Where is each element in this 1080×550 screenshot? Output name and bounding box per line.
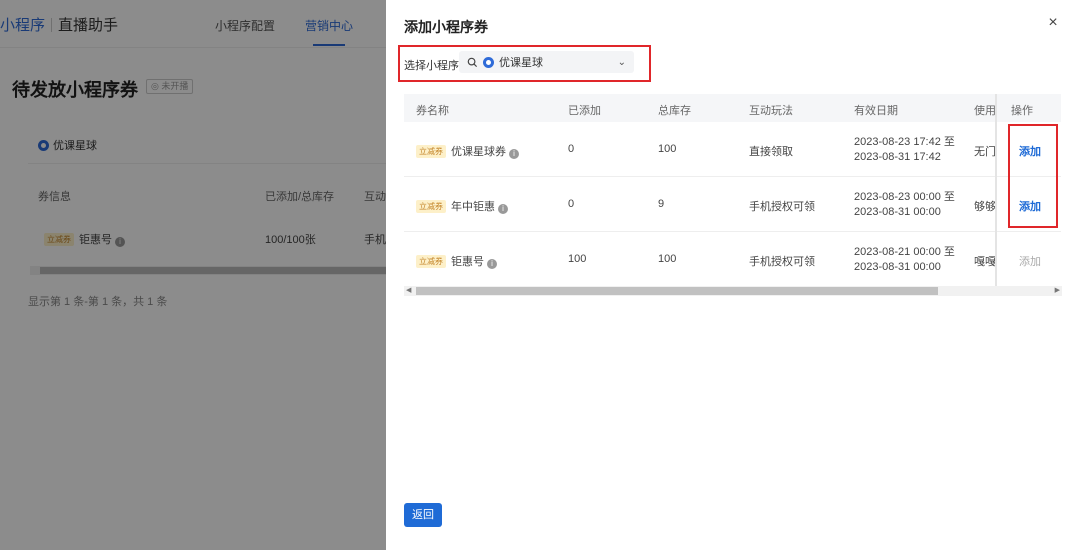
coupon-name: 优课星球券 bbox=[451, 146, 506, 158]
scroll-right-icon[interactable]: ▶ bbox=[1055, 286, 1060, 296]
stock-cell: 9 bbox=[658, 198, 665, 210]
back-button[interactable]: 返回 bbox=[404, 503, 442, 527]
coupon-name-cell: 立减券 钜惠号 i bbox=[416, 253, 497, 269]
col-coupon-name: 券名称 bbox=[416, 105, 449, 117]
info-icon[interactable]: i bbox=[509, 149, 519, 159]
col-added: 已添加 bbox=[568, 105, 601, 117]
scroll-thumb[interactable] bbox=[416, 287, 938, 295]
drawer-title: 添加小程序券 bbox=[404, 19, 488, 35]
interaction-cell: 直接领取 bbox=[749, 146, 793, 158]
highlight-box-select bbox=[398, 45, 651, 82]
col-valid-date: 有效日期 bbox=[854, 105, 898, 117]
add-button-disabled: 添加 bbox=[1019, 256, 1041, 268]
col-interaction: 互动玩法 bbox=[749, 105, 793, 117]
usage-cell: 无门 bbox=[974, 146, 996, 158]
scroll-left-icon[interactable]: ◀ bbox=[406, 286, 411, 296]
added-cell: 0 bbox=[568, 143, 575, 155]
date-end: 2023-08-31 00:00 bbox=[854, 206, 941, 218]
close-icon: × bbox=[1048, 14, 1058, 31]
highlight-box-add-buttons bbox=[1008, 124, 1058, 228]
close-button[interactable]: × bbox=[1044, 14, 1062, 32]
date-cell: 2023-08-21 00:00 至 2023-08-31 00:00 bbox=[854, 245, 955, 275]
usage-cell: 嘎嘎 bbox=[974, 256, 996, 268]
coupon-name: 年中钜惠 bbox=[451, 201, 495, 213]
col-usage: 使用 bbox=[974, 105, 996, 117]
horizontal-scrollbar[interactable]: ◀ ▶ bbox=[404, 286, 1062, 296]
added-cell: 0 bbox=[568, 198, 575, 210]
col-action: 操作 bbox=[1011, 105, 1033, 117]
date-start: 2023-08-21 00:00 至 bbox=[854, 246, 955, 258]
col-total-stock: 总库存 bbox=[658, 105, 691, 117]
stock-cell: 100 bbox=[658, 143, 677, 155]
usage-cell: 够够 bbox=[974, 201, 996, 213]
coupon-type-tag: 立减券 bbox=[416, 200, 446, 213]
coupon-type-tag: 立减券 bbox=[416, 255, 446, 268]
coupon-name: 钜惠号 bbox=[451, 256, 484, 268]
table-row: 立减券 钜惠号 i 100 100 手机授权可领 2023-08-21 00:00 … bbox=[404, 232, 1061, 287]
date-end: 2023-08-31 17:42 bbox=[854, 151, 941, 163]
stock-cell: 100 bbox=[658, 253, 677, 265]
date-cell: 2023-08-23 17:42 至 2023-08-31 17:42 bbox=[854, 135, 955, 165]
info-icon[interactable]: i bbox=[487, 259, 497, 269]
table-row: 立减券 优课星球券 i 0 100 直接领取 2023-08-23 17:42 至2… bbox=[404, 122, 1061, 177]
table-header: 券名称 已添加 总库存 互动玩法 有效日期 使用 操作 bbox=[404, 94, 1061, 122]
interaction-cell: 手机授权可领 bbox=[749, 256, 815, 268]
date-start: 2023-08-23 17:42 至 bbox=[854, 136, 955, 148]
add-coupon-drawer: 添加小程序券 × 选择小程序 优课星球 ⌄ 券名称 已添加 总库存 互动玩法 有… bbox=[386, 0, 1080, 550]
info-icon[interactable]: i bbox=[498, 204, 508, 214]
date-start: 2023-08-23 00:00 至 bbox=[854, 191, 955, 203]
table-row: 立减券 年中钜惠 i 0 9 手机授权可领 2023-08-23 00:00 至 20… bbox=[404, 177, 1061, 232]
added-cell: 100 bbox=[568, 253, 587, 265]
coupon-type-tag: 立减券 bbox=[416, 145, 446, 158]
interaction-cell: 手机授权可领 bbox=[749, 201, 815, 213]
fixed-column-divider bbox=[995, 94, 997, 287]
coupon-table: 券名称 已添加 总库存 互动玩法 有效日期 使用 操作 立减券 优课星球券 i 0 … bbox=[404, 94, 1061, 287]
coupon-name-cell: 立减券 年中钜惠 i bbox=[416, 198, 508, 214]
coupon-name-cell: 立减券 优课星球券 i bbox=[416, 143, 519, 159]
date-end: 2023-08-31 00:00 bbox=[854, 261, 941, 273]
date-cell: 2023-08-23 00:00 至 2023-08-31 00:00 bbox=[854, 190, 955, 220]
